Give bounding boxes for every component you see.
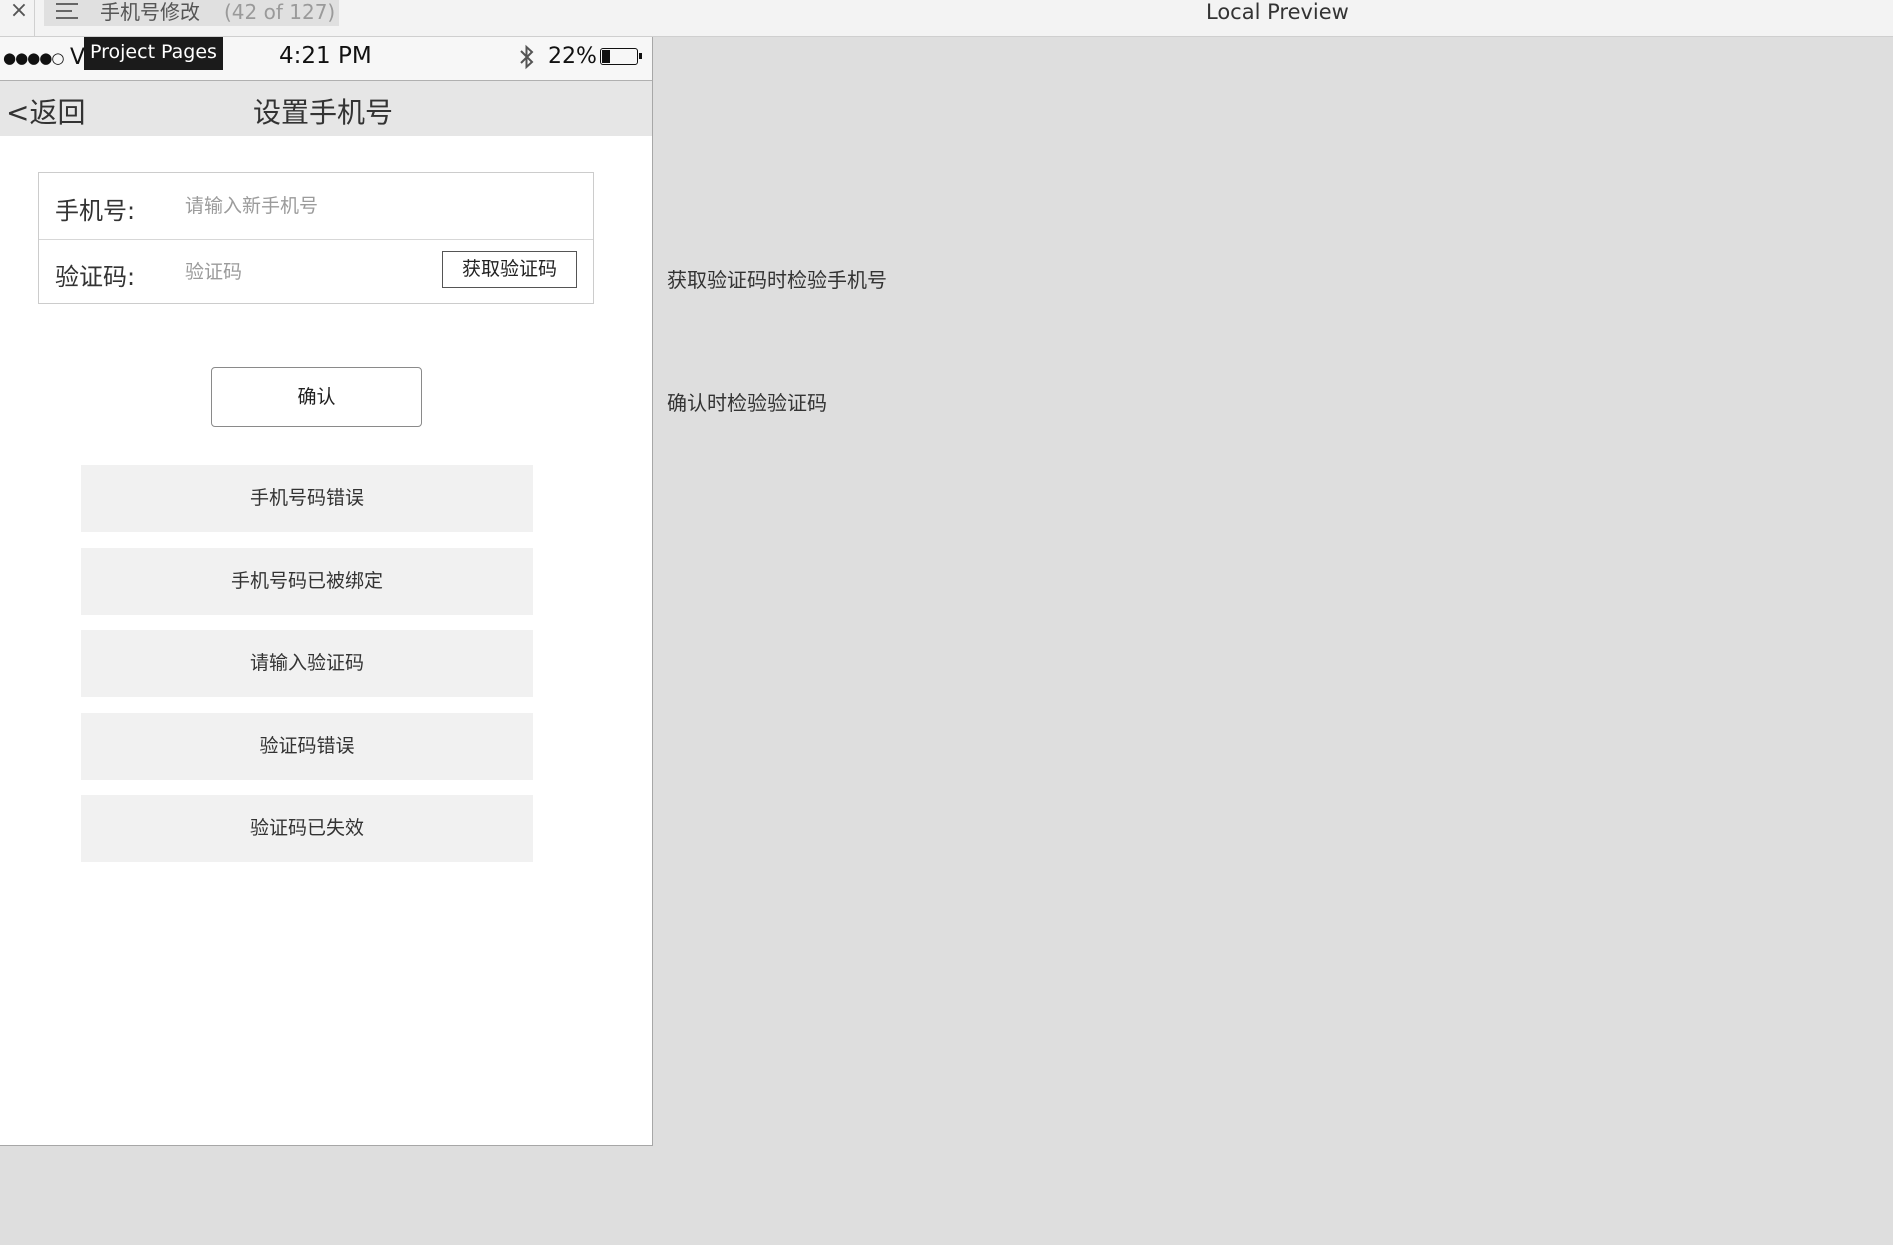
bluetooth-icon: [520, 44, 534, 70]
error-message-phone-wrong: 手机号码错误: [81, 465, 533, 532]
project-pages-tooltip: Project Pages: [84, 37, 223, 70]
back-button[interactable]: <返回: [6, 91, 85, 131]
error-message-code-expired: 验证码已失效: [81, 795, 533, 862]
confirm-button[interactable]: 确认: [211, 367, 422, 427]
carrier-name: V: [70, 45, 86, 70]
code-label: 验证码:: [55, 263, 136, 291]
page-name: 手机号修改: [100, 0, 200, 24]
status-bar: ●●●●○ V Project Pages 4:21 PM 22%: [0, 37, 652, 81]
get-code-button[interactable]: 获取验证码: [442, 251, 577, 288]
error-message-enter-code: 请输入验证码: [81, 630, 533, 697]
menu-icon[interactable]: [56, 3, 78, 21]
page-title: 设置手机号: [252, 96, 393, 129]
preview-title: Local Preview: [1206, 0, 1349, 24]
code-input[interactable]: [183, 253, 427, 291]
error-message-phone-bound: 手机号码已被绑定: [81, 548, 533, 615]
confirm-note: 确认时检验验证码: [667, 391, 827, 415]
battery-icon: [600, 48, 642, 65]
battery-percent: 22%: [548, 44, 597, 69]
page-selector[interactable]: 手机号修改 (42 of 127): [44, 0, 339, 26]
page-count: (42 of 127): [224, 0, 336, 24]
phone-screen: ●●●●○ V Project Pages 4:21 PM 22% 设置手机号 …: [0, 37, 653, 1146]
top-toolbar: × 手机号修改 (42 of 127) Local Preview: [0, 0, 1893, 37]
code-row: 验证码: 获取验证码: [39, 239, 593, 305]
nav-bar: 设置手机号 <返回: [0, 81, 652, 136]
phone-label: 手机号:: [55, 197, 136, 225]
toolbar-divider: [34, 0, 35, 36]
phone-input[interactable]: [183, 187, 477, 225]
close-icon[interactable]: ×: [5, 0, 33, 24]
error-message-code-wrong: 验证码错误: [81, 713, 533, 780]
phone-form: 手机号: 验证码: 获取验证码: [38, 172, 594, 304]
status-time: 4:21 PM: [279, 43, 372, 69]
signal-icon: ●●●●○: [3, 49, 64, 67]
phone-row: 手机号:: [39, 173, 593, 240]
get-code-note: 获取验证码时检验手机号: [667, 268, 887, 292]
